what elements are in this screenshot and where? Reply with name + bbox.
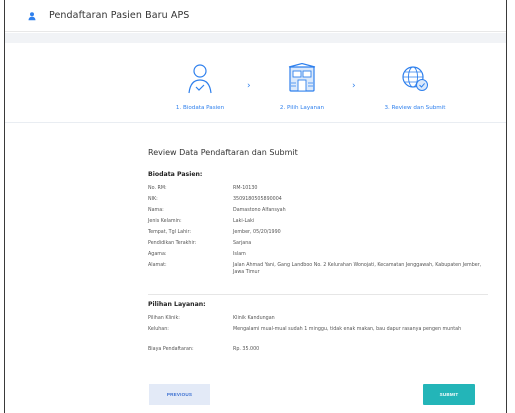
header-spacer bbox=[5, 33, 506, 43]
app-window: Pendaftaran Pasien Baru APS 1. Biodata P… bbox=[0, 0, 515, 413]
field-label: Nama: bbox=[148, 208, 164, 213]
layanan-section-title: Pilihan Layanan: bbox=[148, 301, 206, 308]
chevron-right-icon: › bbox=[247, 81, 251, 91]
biodata-section-title: Biodata Pasien: bbox=[148, 171, 203, 178]
chevron-right-icon: › bbox=[352, 81, 356, 91]
field-label: Pilihan Klinik: bbox=[148, 316, 180, 321]
review-panel: Review Data Pendaftaran dan Submit Bioda… bbox=[5, 123, 506, 413]
field-value: Damastono Alfansyah bbox=[233, 208, 286, 213]
field-value: Sarjana bbox=[233, 241, 252, 246]
globe-check-icon bbox=[402, 66, 428, 91]
field-value: RM-10130 bbox=[233, 186, 258, 191]
page-title: Pendaftaran Pasien Baru APS bbox=[49, 10, 190, 21]
hospital-clinic-icon bbox=[288, 63, 316, 92]
review-heading: Review Data Pendaftaran dan Submit bbox=[148, 148, 298, 157]
wizard-stepper: 1. Biodata Pasien › 2. Pilih Layanan › 3… bbox=[5, 43, 506, 123]
field-label: Keluhan: bbox=[148, 327, 169, 332]
field-value: Laki-Laki bbox=[233, 219, 255, 224]
field-label: Alamat: bbox=[148, 263, 167, 268]
step-biodata[interactable]: 1. Biodata Pasien bbox=[160, 61, 240, 111]
step-review[interactable]: 3. Review dan Submit bbox=[375, 61, 455, 111]
field-label: Agama: bbox=[148, 252, 167, 257]
step-layanan[interactable]: 2. Pilih Layanan bbox=[262, 61, 342, 111]
step-label: 2. Pilih Layanan bbox=[279, 105, 325, 111]
window-right-border bbox=[506, 0, 507, 413]
field-label: No. RM: bbox=[148, 186, 167, 191]
field-value: Rp. 35.000 bbox=[233, 347, 260, 352]
user-icon bbox=[25, 9, 39, 23]
field-value: Jalan Ahmad Yani, Gang Landboo No. 2 Kel… bbox=[233, 263, 482, 275]
field-value: Klinik Kandungan bbox=[233, 316, 275, 321]
field-value: Jember, 05/20/1990 bbox=[233, 230, 281, 235]
previous-button[interactable]: PREVIOUS bbox=[149, 384, 210, 405]
field-label: Biaya Pendaftaran: bbox=[148, 347, 194, 352]
field-label: Tempat, Tgl Lahir: bbox=[148, 230, 191, 235]
person-check-icon bbox=[188, 64, 212, 94]
field-value: 3509180505890004 bbox=[233, 197, 282, 202]
submit-button[interactable]: SUBMIT bbox=[423, 384, 475, 405]
field-label: Pendidikan Terakhir: bbox=[148, 241, 197, 246]
field-label: NIK: bbox=[148, 197, 158, 202]
field-label: Jenis Kelamin: bbox=[148, 219, 182, 224]
step-label: 3. Review dan Submit bbox=[384, 105, 446, 111]
field-value: Mengalami mual-mual sudah 1 minggu, tida… bbox=[233, 327, 462, 332]
header-bar: Pendaftaran Pasien Baru APS bbox=[5, 0, 506, 32]
section-divider bbox=[148, 294, 488, 295]
field-value: Islam bbox=[233, 252, 246, 257]
step-label: 1. Biodata Pasien bbox=[175, 105, 225, 111]
